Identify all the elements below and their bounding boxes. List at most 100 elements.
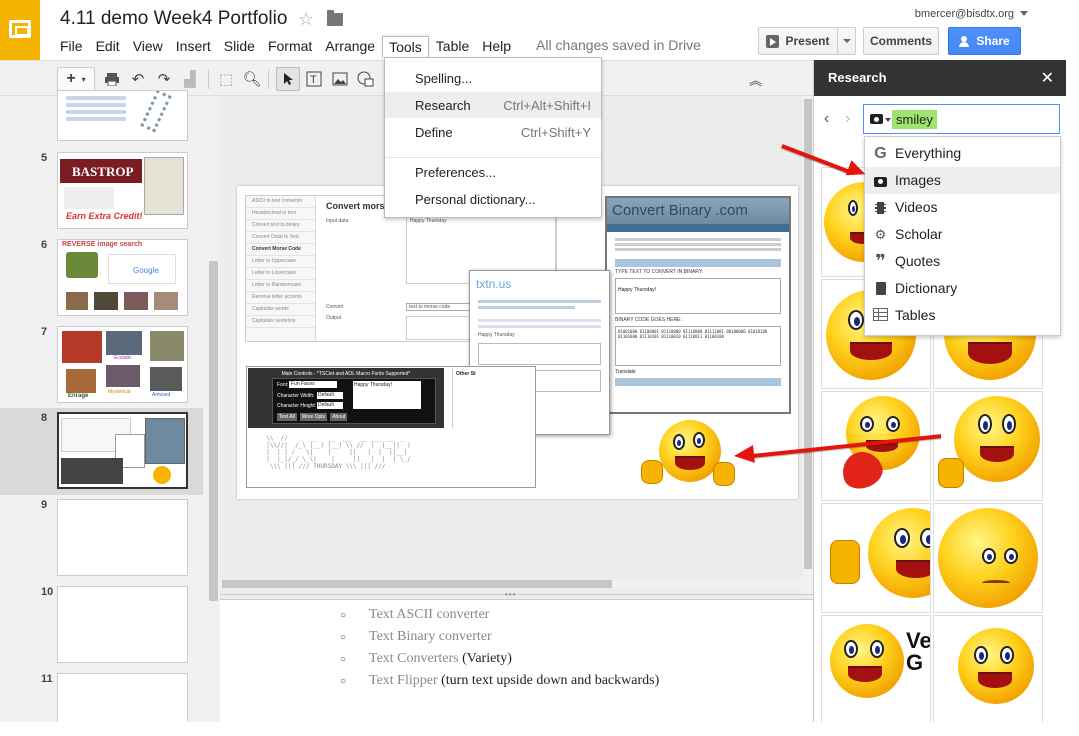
menu-format[interactable]: Format [262,36,318,58]
user-email[interactable]: bmercer@bisdtx.org [915,8,1014,20]
morse-sidebar-item: Letter to Randomcase [246,280,315,292]
menu-item-define[interactable]: Define Ctrl+Shift+Y [385,119,601,145]
slides-logo-icon[interactable] [0,0,40,60]
image-result[interactable]: Ver G [821,615,931,722]
header: 4.11 demo Week4 Portfolio ☆ File Edit Vi… [0,0,1066,60]
note-link[interactable]: Text ASCII converter [369,607,489,622]
comments-button[interactable]: Comments [863,27,939,55]
folder-icon[interactable] [327,10,343,26]
bullet-icon: ○ [340,676,347,687]
menu-item-label: Preferences... [415,165,496,180]
type-images[interactable]: Images [865,167,1060,194]
zoom-icon[interactable]: 🔍︎ [242,67,262,91]
type-quotes[interactable]: ❞ Quotes [865,248,1060,275]
menu-item-research[interactable]: Research Ctrl+Alt+Shift+I [385,92,601,118]
shape-icon[interactable] [354,67,378,91]
image-result[interactable] [933,615,1043,722]
ascii-screenshot: Main Controls - *TSCiet and AOL Macro Fo… [246,366,536,488]
chevron-down-icon[interactable] [1020,11,1028,16]
undo-icon[interactable]: ↶ [128,67,148,91]
thumb-text: Google [133,266,159,275]
chevron-down-icon[interactable] [885,118,891,122]
note-link[interactable]: Text Binary converter [369,629,492,644]
scrollbar-thumb[interactable] [804,99,812,569]
document-title[interactable]: 4.11 demo Week4 Portfolio [60,8,287,30]
slide-thumbnail-10[interactable] [57,586,188,663]
slide-thumbnail-5[interactable]: BASTROP Earn Extra Credit! [57,152,188,229]
back-arrow-icon[interactable]: ‹ [824,110,829,128]
canvas-vertical-scrollbar[interactable] [803,96,813,594]
speaker-notes[interactable]: ○ Text ASCII converter ○ Text Binary con… [220,600,813,722]
menu-item-shortcut: Ctrl+Alt+Shift+I [503,98,591,113]
morse-input-label: Input data [326,218,349,224]
menu-arrange[interactable]: Arrange [319,36,381,58]
image-result[interactable] [933,503,1043,613]
menu-tools[interactable]: Tools [382,36,429,58]
slide-thumbnail-8[interactable] [57,412,188,489]
ascii-height-select: Default [317,402,343,409]
menu-item-spelling[interactable]: Spelling... [385,65,601,91]
resize-grip-icon[interactable]: ••• [505,590,516,599]
select-icon[interactable] [276,67,300,91]
binary-subheader [607,224,789,232]
morse-sidebar-item: ASCII to text converter [246,196,315,208]
note-item[interactable]: Text Flipper (turn text upside down and … [369,673,659,689]
share-button[interactable]: Share [948,27,1021,55]
new-slide-button[interactable]: + ▾ [57,67,95,91]
ascii-inner-panel: Font: Fun Faces Character Width: Default… [272,378,436,424]
binary-output: 01001000 01100001 01110000 01110000 0111… [615,326,781,366]
menu-edit[interactable]: Edit [90,36,126,58]
type-label: Tables [895,307,936,323]
menu-file[interactable]: File [60,36,89,58]
ascii-font-select: Fun Faces [289,381,337,388]
slide-thumbnail-4[interactable] [57,90,188,141]
current-slide[interactable]: ASCII to text converter Hexadecimal to t… [237,186,798,499]
print-icon[interactable] [102,67,122,91]
note-link[interactable]: Text Flipper [369,673,438,688]
type-scholar[interactable]: ⚙︎ Scholar [865,221,1060,248]
menu-help[interactable]: Help [476,36,517,58]
collapse-toolbar-icon[interactable]: ︽ [749,70,762,89]
menu-separator [385,157,601,158]
zoom-fit-icon[interactable]: ⬚ [216,67,236,91]
forward-arrow-icon[interactable]: › [845,110,850,128]
filmstrip-scrollbar[interactable] [208,96,220,722]
star-icon[interactable]: ☆ [298,9,314,30]
close-icon[interactable]: ✕ [1041,68,1054,88]
slide-thumbnail-6[interactable]: REVERSE image search Google [57,239,188,316]
scrollbar-thumb[interactable] [222,580,612,588]
menu-slide[interactable]: Slide [218,36,261,58]
image-icon[interactable] [330,67,350,91]
type-dictionary[interactable]: Dictionary [865,275,1060,302]
research-search-input[interactable]: smiley [863,104,1060,134]
menu-table[interactable]: Table [430,36,475,58]
image-result[interactable] [933,391,1043,501]
slide-thumbnail-11[interactable] [57,673,188,722]
slide-thumbnail-9[interactable] [57,499,188,576]
camera-icon[interactable] [870,114,883,124]
paint-format-icon[interactable]: ▟ [180,67,200,91]
menu-insert[interactable]: Insert [170,36,217,58]
canvas-horizontal-scrollbar[interactable] [220,579,803,589]
type-everything[interactable]: G Everything [865,140,1060,167]
note-link[interactable]: Text Converters [369,651,459,666]
arrowhead-icon [733,445,755,465]
note-item[interactable]: Text ASCII converter [369,607,489,623]
menu-item-preferences[interactable]: Preferences... [385,159,601,185]
menu-item-label: Define [415,125,453,140]
type-tables[interactable]: Tables [865,302,1060,329]
present-dropdown-button[interactable] [837,27,856,55]
image-result[interactable] [821,503,931,613]
note-item[interactable]: Text Converters (Variety) [369,651,512,667]
textbox-icon[interactable]: T [304,67,324,91]
present-button[interactable]: Present [758,27,838,55]
scrollbar-thumb[interactable] [209,261,218,601]
redo-icon[interactable]: ↷ [154,67,174,91]
note-item[interactable]: Text Binary converter [369,629,492,645]
menu-view[interactable]: View [127,36,169,58]
menu-item-personal-dictionary[interactable]: Personal dictionary... [385,186,601,212]
search-query[interactable]: smiley [892,110,937,129]
type-label: Dictionary [895,280,958,296]
type-videos[interactable]: Videos [865,194,1060,221]
slide-thumbnail-7[interactable]: Ecstatic Enrage Mysterical Amused [57,326,188,403]
